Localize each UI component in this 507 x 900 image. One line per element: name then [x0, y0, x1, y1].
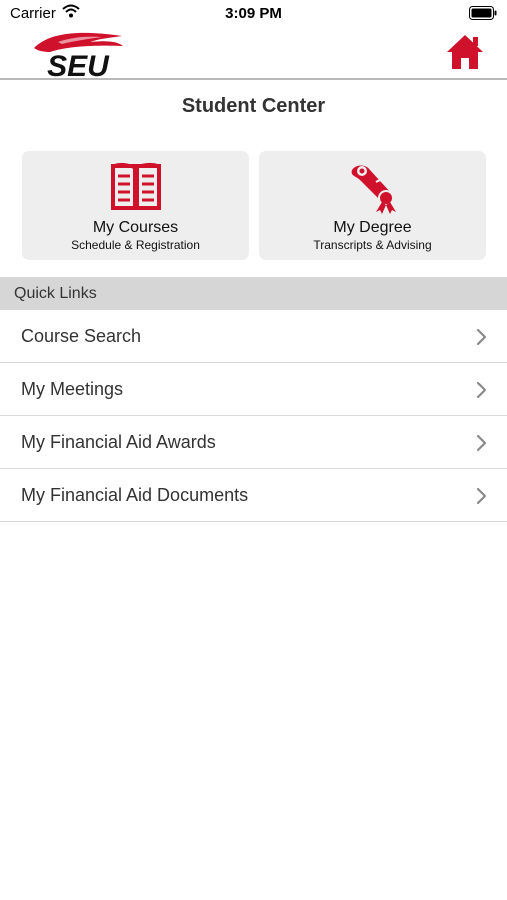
seu-flame-logo: SEU	[28, 30, 128, 83]
chevron-right-icon	[476, 328, 487, 351]
quick-links-list: Course Search My Meetings My Financial A…	[0, 310, 507, 522]
list-item-label: My Financial Aid Documents	[21, 485, 249, 505]
list-item-my-meetings[interactable]: My Meetings	[0, 363, 507, 416]
quick-links-header: Quick Links	[0, 277, 507, 310]
clock: 3:09 PM	[225, 5, 282, 22]
home-icon	[447, 35, 483, 69]
list-item-course-search[interactable]: Course Search	[0, 310, 507, 363]
nav-bar: SEU	[0, 28, 507, 83]
chevron-right-icon	[476, 381, 487, 404]
status-bar: Carrier 3:09 PM	[0, 0, 507, 28]
book-icon	[22, 162, 249, 217]
list-item-financial-aid-awards[interactable]: My Financial Aid Awards	[0, 416, 507, 469]
chevron-right-icon	[476, 487, 487, 510]
tile-title: My Courses	[92, 219, 179, 236]
chevron-right-icon	[476, 434, 487, 457]
list-item-label: My Financial Aid Awards	[21, 432, 216, 452]
list-item-label: Course Search	[21, 326, 142, 346]
list-item-financial-aid-documents[interactable]: My Financial Aid Documents	[0, 469, 507, 522]
page-title: Student Center	[181, 95, 326, 117]
section-header-label: Quick Links	[14, 285, 97, 302]
list-item-label: My Meetings	[21, 379, 124, 399]
battery-icon	[469, 6, 497, 25]
logo-text: SEU	[47, 50, 110, 78]
tile-title: My Degree	[333, 219, 412, 236]
home-button[interactable]	[445, 33, 485, 76]
tile-subtitle: Schedule & Registration	[71, 238, 200, 252]
tile-subtitle: Transcripts & Advising	[313, 238, 432, 252]
diploma-icon	[259, 162, 486, 219]
my-degree-tile[interactable]: My Degree Transcripts & Advising	[259, 151, 486, 260]
my-courses-tile[interactable]: My Courses Schedule & Registration	[22, 151, 249, 260]
